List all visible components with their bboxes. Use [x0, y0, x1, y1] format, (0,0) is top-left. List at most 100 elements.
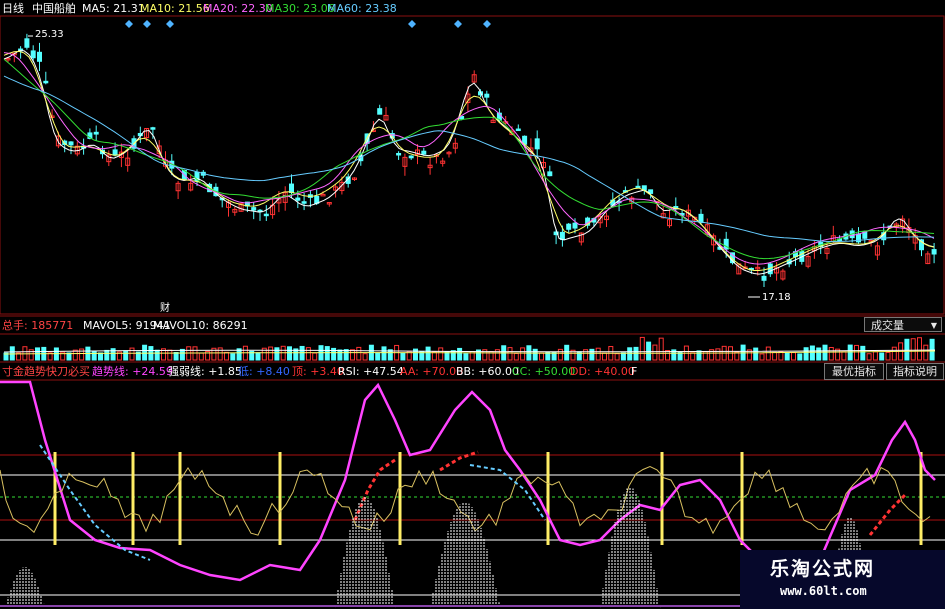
rsi-line [0, 466, 931, 536]
selector-label: 成交量 [871, 319, 904, 332]
term-low: 低: +8.40 [238, 365, 290, 378]
indicator-help-button[interactable]: 指标说明 [886, 363, 944, 380]
volume-bar [507, 347, 513, 361]
top-dashed-line [353, 458, 396, 521]
diamond-marker [454, 20, 462, 28]
volume-bar [809, 345, 815, 361]
candlestick [484, 93, 490, 98]
volume-bar [98, 352, 103, 361]
candlestick [24, 38, 30, 48]
volume-bar [595, 347, 601, 361]
volume-bar [589, 348, 595, 361]
volume-bar [753, 347, 759, 361]
volume-bar [772, 351, 778, 361]
ma5-line [3, 50, 935, 275]
volume-bar [885, 351, 891, 361]
stock-chart-window: { "price_panel": { "period_label": "日线",… [0, 0, 945, 609]
candlestick [515, 128, 521, 132]
candlestick [43, 80, 49, 84]
volume-bar [375, 352, 381, 361]
volume-bar [356, 346, 362, 361]
volume-bar [539, 352, 544, 361]
volume-bar [520, 347, 526, 361]
volume-bar [224, 351, 229, 361]
optimal-indicator-button[interactable]: 最优指标 [824, 363, 884, 380]
indicator-selector[interactable]: 成交量 ▼ [864, 317, 942, 332]
volume-bar [759, 353, 765, 361]
diamond-marker [143, 20, 151, 28]
ma60-label: MA60: 23.38 [327, 2, 397, 15]
candlestick [301, 201, 307, 204]
volume-bar [910, 338, 916, 361]
chevron-down-icon: ▼ [930, 321, 937, 330]
volume-bar [690, 352, 696, 361]
volume-bar [198, 352, 204, 361]
volume-bar [620, 352, 626, 361]
volume-bar [828, 347, 834, 361]
volume-bar [816, 347, 822, 361]
volume-bar [457, 347, 463, 361]
volume-bar [167, 349, 173, 361]
volume-bar [400, 352, 406, 361]
volume-bar [179, 348, 185, 361]
volume-bar [230, 353, 236, 361]
candlestick [572, 222, 578, 229]
volume-bar [803, 347, 809, 361]
volume-bar [532, 348, 538, 361]
period-label[interactable]: 日线 [2, 2, 24, 15]
volume-bar [274, 347, 280, 361]
term-bb: BB: +60.00 [456, 365, 520, 378]
high-price-label: 25.33 [35, 29, 64, 40]
stock-name: 中国船舶 [32, 2, 76, 15]
diamond-marker [125, 20, 133, 28]
candlestick [377, 108, 383, 115]
ma30-line [3, 58, 935, 260]
candlestick [635, 185, 641, 189]
candlestick [251, 207, 257, 211]
volume-bar [362, 353, 368, 361]
volume-bar [324, 346, 330, 361]
volume-bar [614, 353, 620, 361]
candlestick [761, 275, 767, 281]
volume-bar [104, 349, 110, 361]
volume-bar [627, 347, 633, 361]
term-f: F [631, 365, 638, 378]
volume-bar [917, 337, 922, 361]
ma60-line [3, 75, 935, 243]
volume-bar [9, 346, 15, 361]
volume-bar [72, 349, 78, 361]
volume-bar [639, 336, 645, 361]
candlestick [112, 149, 118, 156]
term-rsi: RSI: +47.54 [338, 365, 404, 378]
mavol10-label: MAVOL10: 86291 [153, 319, 248, 332]
ma20-line [3, 52, 935, 265]
price-panel-frame [0, 15, 945, 315]
volume-bar [904, 338, 910, 361]
volume-bar [91, 350, 97, 361]
term-cc: CC: +50.00 [512, 365, 576, 378]
candlestick [150, 127, 156, 130]
candlestick [295, 197, 301, 201]
volume-bar [879, 352, 885, 361]
volume-bar [450, 350, 456, 361]
indicator-header: 寸金趋势快刀必买 趋势线: +24.59 强弱线: +1.85 低: +8.40… [0, 363, 945, 379]
volume-bar [696, 350, 702, 361]
volume-bar [123, 350, 129, 361]
volume-bar [854, 344, 859, 361]
volume-bar [891, 346, 897, 361]
volume-bar [658, 337, 664, 361]
volume-bar [337, 349, 343, 361]
finance-event-marker[interactable]: 财 [160, 299, 170, 314]
diamond-marker [166, 20, 174, 28]
total-volume-label: 总手: 185771 [2, 319, 74, 332]
volume-bar [715, 348, 721, 361]
ma10-line [3, 50, 935, 271]
volume-bar [299, 345, 305, 361]
volume-bar [255, 352, 261, 361]
volume-bar [268, 346, 274, 361]
volume-bar [350, 349, 355, 361]
candlestick [263, 213, 269, 217]
diamond-marker [408, 20, 416, 28]
volume-bar [866, 353, 872, 361]
volume-bar [513, 352, 519, 361]
